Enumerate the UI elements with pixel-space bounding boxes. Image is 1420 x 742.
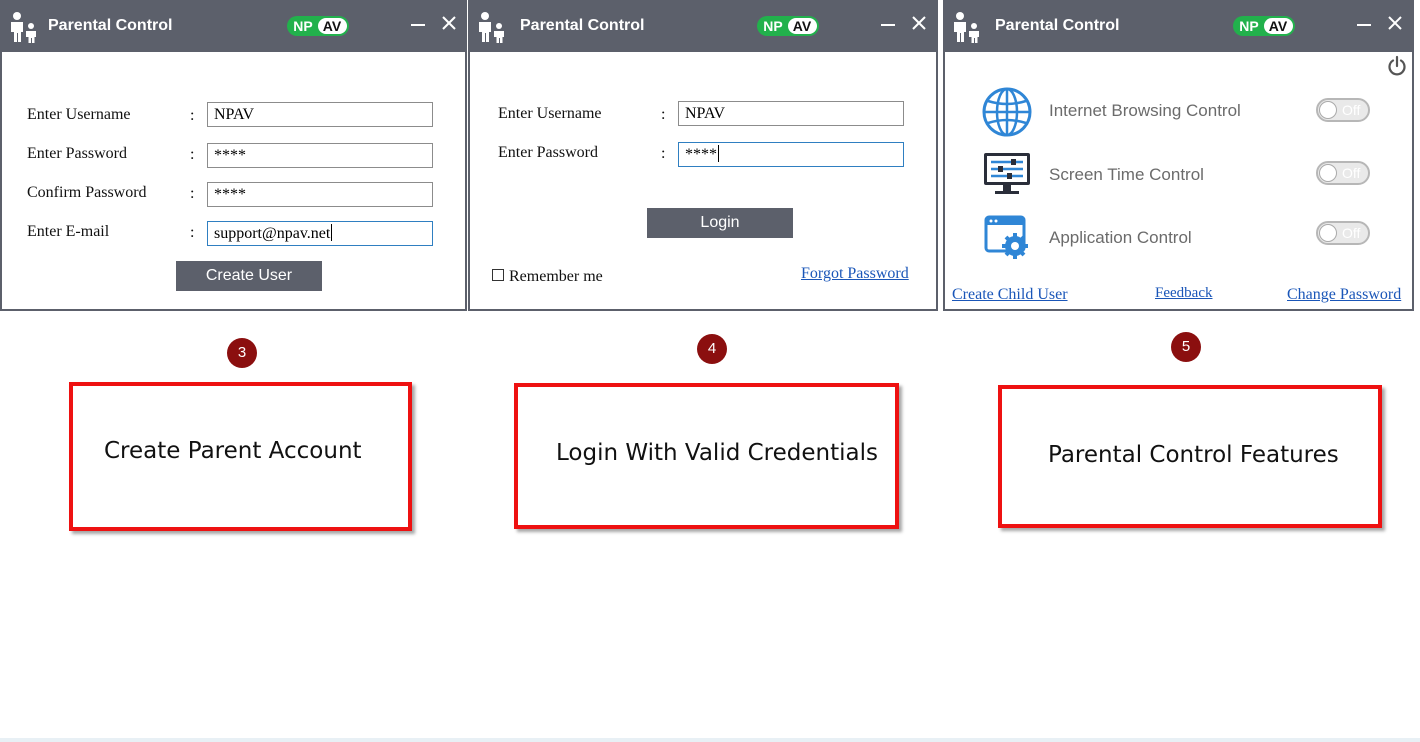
username-label: Enter Username — [27, 106, 131, 123]
toggle-knob — [1319, 224, 1337, 242]
email-label: Enter E-mail — [27, 223, 110, 240]
email-input[interactable]: support@npav.net — [207, 221, 433, 246]
globe-icon — [982, 87, 1032, 137]
npav-logo: NP AV — [287, 16, 349, 36]
window-title: Parental Control — [520, 17, 645, 34]
application-control-toggle[interactable]: Off — [1316, 221, 1370, 245]
application-control-label: Application Control — [1049, 228, 1192, 247]
confirm-password-input[interactable]: **** — [207, 182, 433, 207]
caption-box-features: Parental Control Features — [998, 385, 1382, 528]
username-input[interactable]: NPAV — [678, 101, 904, 126]
password-input[interactable]: **** — [207, 143, 433, 168]
colon: : — [661, 145, 666, 162]
step-badge-3: 3 — [227, 338, 257, 368]
title-bar: Parental Control NP AV — [945, 2, 1412, 52]
feedback-link[interactable]: Feedback — [1155, 285, 1212, 302]
login-window: Parental Control NP AV Enter Username : … — [468, 0, 938, 311]
parent-child-icon — [954, 12, 979, 43]
colon: : — [190, 107, 195, 124]
svg-text:AV: AV — [793, 18, 812, 34]
screen-time-toggle[interactable]: Off — [1316, 161, 1370, 185]
colon: : — [661, 106, 666, 123]
screen-time-label: Screen Time Control — [1049, 165, 1204, 184]
toggle-state: Off — [1342, 102, 1361, 118]
toggle-knob — [1319, 101, 1337, 119]
create-user-button[interactable]: Create User — [176, 261, 322, 291]
close-icon[interactable] — [440, 14, 458, 32]
npav-logo: NP AV — [757, 16, 819, 36]
bottom-strip — [0, 738, 1420, 742]
window-title: Parental Control — [995, 17, 1120, 34]
step-badge-5: 5 — [1171, 332, 1201, 362]
title-bar: Parental Control NP AV — [470, 2, 936, 52]
parent-child-icon — [479, 12, 504, 43]
minimize-icon[interactable] — [879, 14, 897, 32]
caption-box-login: Login With Valid Credentials — [514, 383, 899, 529]
remember-me-label: Remember me — [509, 268, 603, 285]
minimize-icon[interactable] — [409, 14, 427, 32]
confirm-password-label: Confirm Password — [27, 184, 147, 201]
forgot-password-link[interactable]: Forgot Password — [801, 265, 909, 283]
svg-text:NP: NP — [763, 18, 782, 34]
svg-text:AV: AV — [1269, 18, 1288, 34]
svg-text:AV: AV — [323, 18, 342, 34]
minimize-icon[interactable] — [1355, 14, 1373, 32]
create-child-user-link[interactable]: Create Child User — [952, 286, 1068, 304]
text-caret — [331, 224, 333, 241]
email-value: support@npav.net — [214, 225, 331, 242]
internet-browsing-toggle[interactable]: Off — [1316, 98, 1370, 122]
password-value: **** — [685, 146, 717, 163]
internet-browsing-label: Internet Browsing Control — [1049, 101, 1241, 120]
parent-child-icon — [11, 12, 36, 43]
svg-text:NP: NP — [1239, 18, 1258, 34]
colon: : — [190, 224, 195, 241]
caption-text: Login With Valid Credentials — [556, 440, 878, 466]
power-icon[interactable] — [1386, 55, 1408, 77]
features-window: Parental Control NP AV Internet Browsing… — [943, 0, 1414, 311]
password-label: Enter Password — [498, 144, 598, 161]
title-bar: Parental Control NP AV — [2, 2, 465, 52]
colon: : — [190, 146, 195, 163]
close-icon[interactable] — [1386, 14, 1404, 32]
svg-text:NP: NP — [293, 18, 312, 34]
password-input[interactable]: **** — [678, 142, 904, 167]
window-title: Parental Control — [48, 17, 173, 34]
remember-me-checkbox[interactable] — [492, 269, 504, 281]
npav-logo: NP AV — [1233, 16, 1295, 36]
username-input[interactable]: NPAV — [207, 102, 433, 127]
step-badge-4: 4 — [697, 334, 727, 364]
username-label: Enter Username — [498, 105, 602, 122]
app-gear-icon — [984, 215, 1028, 259]
toggle-state: Off — [1342, 225, 1361, 241]
change-password-link[interactable]: Change Password — [1287, 286, 1401, 304]
text-caret — [718, 145, 719, 162]
colon: : — [190, 185, 195, 202]
toggle-state: Off — [1342, 165, 1361, 181]
toggle-knob — [1319, 164, 1337, 182]
create-user-window: Parental Control NP AV Enter Username : … — [0, 0, 467, 311]
screen-sliders-icon — [984, 153, 1030, 194]
password-label: Enter Password — [27, 145, 127, 162]
caption-text: Parental Control Features — [1048, 442, 1339, 468]
caption-box-create-parent: Create Parent Account — [69, 382, 412, 531]
close-icon[interactable] — [910, 14, 928, 32]
caption-text: Create Parent Account — [104, 438, 362, 464]
login-button[interactable]: Login — [647, 208, 793, 238]
